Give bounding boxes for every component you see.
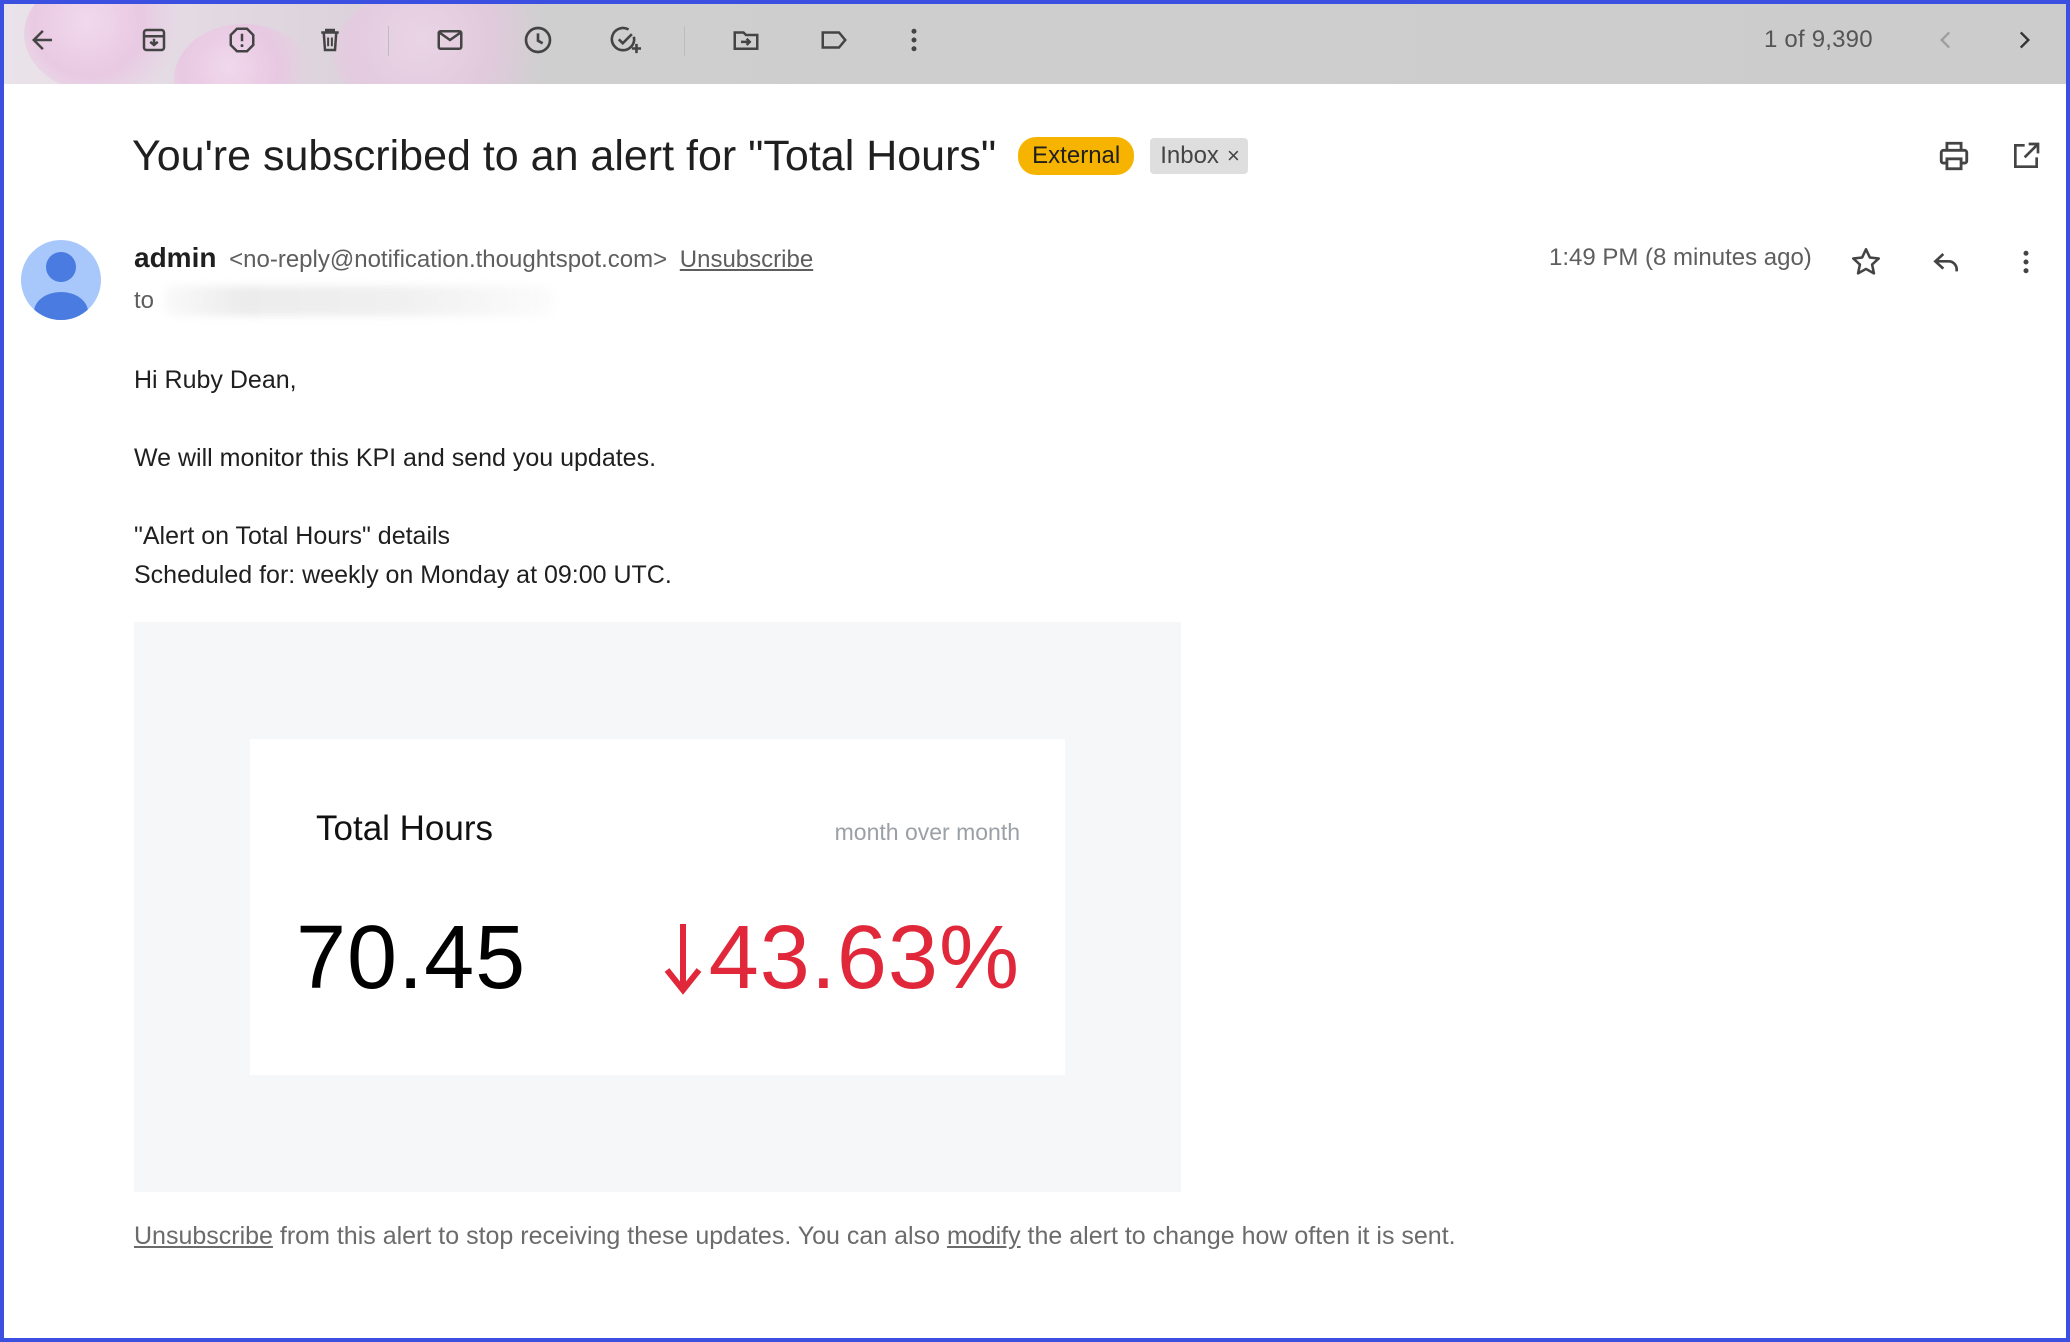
email-subject: You're subscribed to an alert for "Total… xyxy=(132,131,997,180)
toolbar-divider xyxy=(684,26,685,56)
archive-icon[interactable] xyxy=(130,16,178,64)
kpi-change: 43.63% xyxy=(661,907,1020,1010)
kpi-change-value: 43.63% xyxy=(708,908,1020,1008)
footer-text-part2: the alert to change how often it is sent… xyxy=(1020,1222,1456,1250)
avatar[interactable] xyxy=(21,240,101,320)
alert-details-title: "Alert on Total Hours" details xyxy=(134,522,451,550)
move-to-icon[interactable] xyxy=(722,16,770,64)
email-timestamp: 1:49 PM (8 minutes ago) xyxy=(1549,244,1812,271)
snooze-icon[interactable] xyxy=(514,16,562,64)
to-label: to xyxy=(134,287,155,314)
footer-text-part1: from this alert to stop receiving these … xyxy=(272,1222,947,1250)
subject-row: You're subscribed to an alert for "Total… xyxy=(132,126,1248,186)
toolbar-divider xyxy=(388,26,389,56)
delete-icon[interactable] xyxy=(306,16,354,64)
kpi-title: Total Hours xyxy=(316,809,494,848)
email-window: 1 of 9,390 You're subscribed to an alert… xyxy=(0,0,2070,1342)
pager-count: 1 of 9,390 xyxy=(1764,26,1873,53)
external-label[interactable]: External xyxy=(1018,137,1135,175)
kpi-card: Total Hours month over month 70.45 43.63… xyxy=(250,739,1065,1075)
reply-icon[interactable] xyxy=(1922,238,1970,286)
newer-chevron-icon[interactable] xyxy=(1922,16,1970,64)
sender-address: <no-reply@notification.thoughtspot.com> xyxy=(229,246,668,273)
mark-unread-icon[interactable] xyxy=(426,16,474,64)
footer-unsubscribe-link[interactable]: Unsubscribe xyxy=(134,1222,273,1250)
monitor-text: We will monitor this KPI and send you up… xyxy=(134,444,657,472)
remove-label-icon[interactable]: × xyxy=(1227,143,1240,169)
sender-line: admin <no-reply@notification.thoughtspot… xyxy=(134,242,813,274)
kpi-period: month over month xyxy=(834,819,1020,845)
unsubscribe-link[interactable]: Unsubscribe xyxy=(680,246,813,273)
label-icon[interactable] xyxy=(810,16,858,64)
open-in-new-window-icon[interactable] xyxy=(2002,132,2050,180)
print-icon[interactable] xyxy=(1930,132,1978,180)
report-spam-icon[interactable] xyxy=(218,16,266,64)
footer-text: Unsubscribe from this alert to stop rece… xyxy=(134,1222,1456,1251)
add-task-icon[interactable] xyxy=(602,16,650,64)
inbox-label[interactable]: Inbox × xyxy=(1150,138,1248,174)
recipient-line: to xyxy=(134,286,555,316)
message-more-icon[interactable] xyxy=(2002,238,2050,286)
back-arrow-icon[interactable] xyxy=(18,16,66,64)
kpi-container: Total Hours month over month 70.45 43.63… xyxy=(134,622,1181,1192)
email-toolbar: 1 of 9,390 xyxy=(4,4,2066,84)
sender-name[interactable]: admin xyxy=(134,242,216,273)
kpi-value: 70.45 xyxy=(296,908,527,1008)
schedule-text: Scheduled for: weekly on Monday at 09:00… xyxy=(134,561,672,589)
greeting-text: Hi Ruby Dean, xyxy=(134,366,297,394)
down-arrow-icon xyxy=(661,920,705,998)
modify-alert-link[interactable]: modify xyxy=(947,1222,1021,1250)
inbox-label-text: Inbox xyxy=(1160,142,1219,169)
more-vert-icon[interactable] xyxy=(890,16,938,64)
star-icon[interactable] xyxy=(1842,238,1890,286)
older-chevron-icon[interactable] xyxy=(2000,16,2048,64)
redacted-recipient xyxy=(164,286,555,316)
